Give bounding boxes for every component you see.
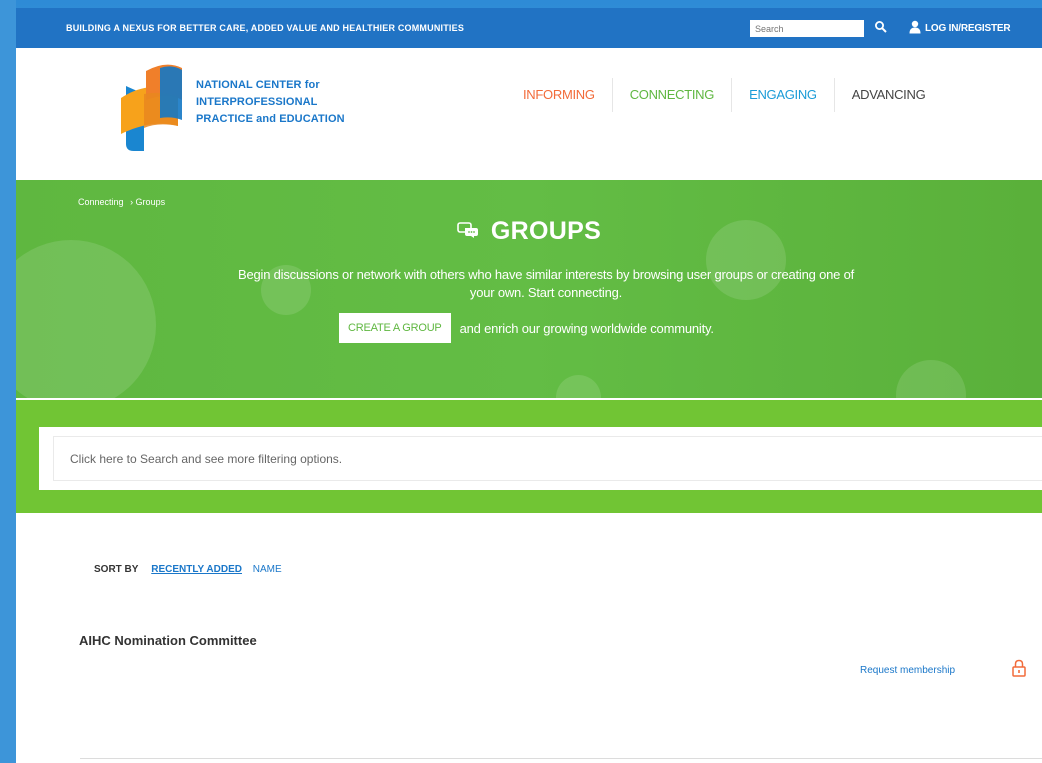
hero-decor (556, 375, 601, 398)
user-icon[interactable] (909, 20, 921, 34)
hero-description: Begin discussions or network with others… (237, 267, 855, 300)
sort-recently-added[interactable]: RECENTLY ADDED (151, 564, 242, 575)
filter-search-input[interactable]: Click here to Search and see more filter… (53, 436, 1042, 481)
breadcrumb: Connecting › Groups (78, 197, 169, 207)
top-bar: BUILDING A NEXUS FOR BETTER CARE, ADDED … (16, 8, 1042, 48)
page: BUILDING A NEXUS FOR BETTER CARE, ADDED … (16, 8, 1042, 763)
group-title[interactable]: AIHC Nomination Committee (79, 633, 257, 648)
search-icon[interactable] (874, 20, 888, 34)
ncipe-logo-icon[interactable] (116, 56, 192, 156)
search-band: Click here to Search and see more filter… (16, 400, 1042, 513)
sort-name[interactable]: NAME (253, 564, 282, 575)
create-group-suffix: and enrich our growing worldwide communi… (459, 320, 714, 336)
request-membership-link[interactable]: Request membership (860, 665, 955, 676)
search-input[interactable] (750, 20, 864, 37)
nav-engaging[interactable]: ENGAGING (732, 78, 834, 112)
logo-line-2: INTERPROFESSIONAL (196, 96, 318, 108)
lock-icon (1012, 659, 1026, 677)
sort-bar: SORT BY RECENTLY ADDED NAME (94, 564, 290, 575)
login-register-link[interactable]: LOG IN/REGISTER (925, 23, 1011, 34)
site-header: NATIONAL CENTER for INTERPROFESSIONAL PR… (16, 48, 1042, 180)
filter-panel: Click here to Search and see more filter… (39, 427, 1042, 490)
hero-decor (16, 240, 156, 398)
sort-label: SORT BY (94, 564, 139, 575)
logo-text[interactable]: NATIONAL CENTER for INTERPROFESSIONAL PR… (196, 77, 345, 128)
hero-decor (896, 360, 966, 398)
create-group-button[interactable]: CREATE A GROUP (339, 313, 451, 343)
nav-informing[interactable]: INFORMING (506, 78, 612, 112)
site-tagline: BUILDING A NEXUS FOR BETTER CARE, ADDED … (66, 23, 465, 33)
page-title: GROUPS (16, 217, 1042, 246)
window-left-edge (0, 0, 16, 763)
nav-connecting[interactable]: CONNECTING (613, 78, 731, 112)
breadcrumb-groups: › Groups (130, 197, 166, 207)
chat-icon (457, 222, 478, 238)
breadcrumb-connecting[interactable]: Connecting (78, 197, 124, 207)
logo-line-1: NATIONAL CENTER for (196, 79, 320, 91)
logo-line-3: PRACTICE and EDUCATION (196, 113, 345, 125)
page-title-text: GROUPS (490, 217, 602, 245)
list-divider (80, 758, 1042, 759)
main-nav: INFORMING CONNECTING ENGAGING ADVANCING (506, 78, 942, 112)
create-group-row: CREATE A GROUP and enrich our growing wo… (339, 313, 714, 343)
nav-advancing[interactable]: ADVANCING (835, 78, 943, 112)
groups-hero: Connecting › Groups GROUPS Begin discuss… (16, 180, 1042, 398)
